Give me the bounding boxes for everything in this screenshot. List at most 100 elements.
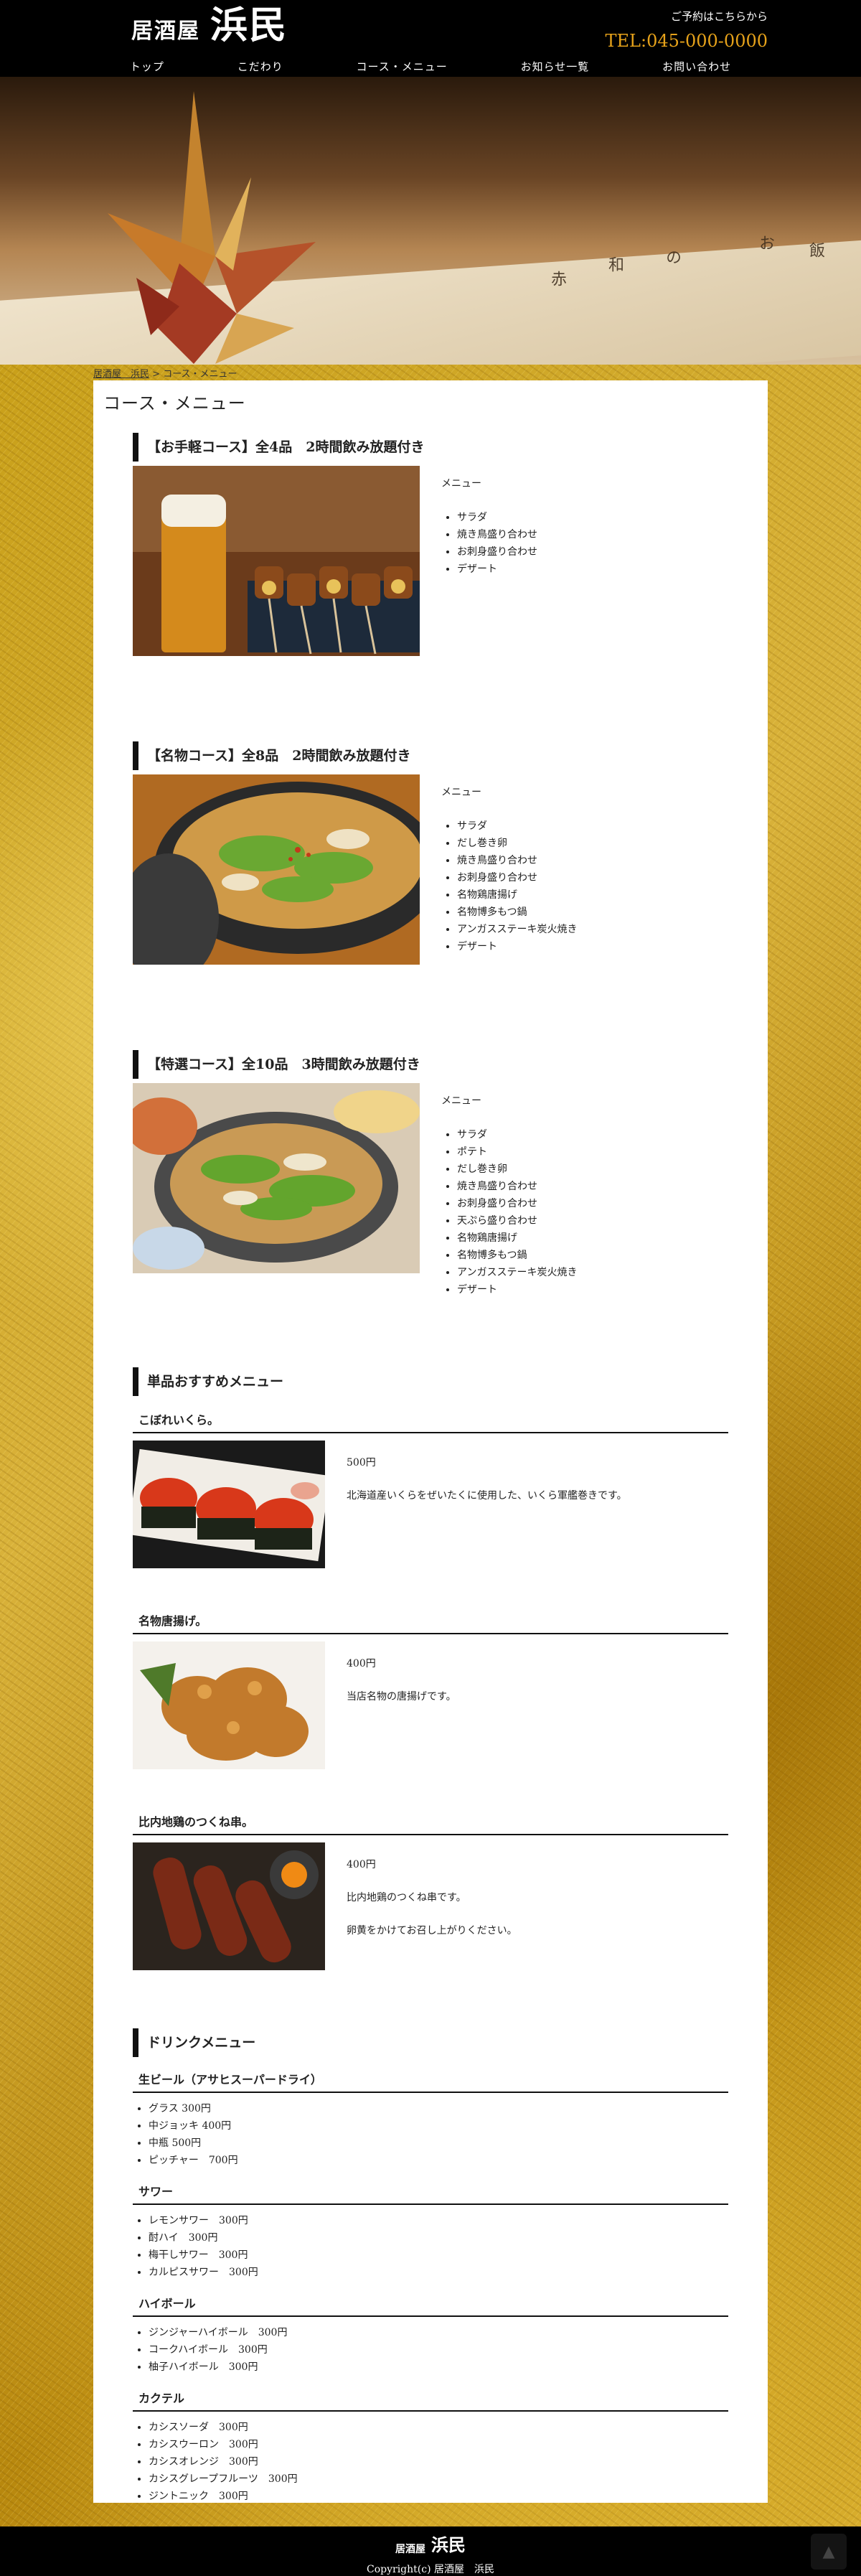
list-item: 焼き鳥盛り合わせ <box>457 852 577 869</box>
copyright: Copyright(c) 居酒屋 浜民 <box>366 2564 494 2575</box>
list-item: カシスソーダ 300円 <box>149 2419 728 2436</box>
list-item: お刺身盛り合わせ <box>457 1195 577 1212</box>
list-item: だし巻き卵 <box>457 1161 577 1178</box>
hero-image: 赤 和 の お 飯 <box>0 77 861 365</box>
menu-item-price: 400円 <box>347 1658 376 1669</box>
list-item: グラス 300円 <box>149 2100 728 2117</box>
single-menu-title: 単品おすすめメニュー <box>133 1367 728 1396</box>
nav-kodawari[interactable]: こだわり <box>237 59 283 74</box>
menu-item-detail: 500円 北海道産いくらをぜいたくに使用した、いくら軍艦巻きです。 <box>347 1441 627 1568</box>
page-top-button[interactable]: ▲ <box>811 2534 847 2570</box>
drink-menu-title: ドリンクメニュー <box>133 2028 728 2057</box>
origami-crane-image <box>108 91 316 364</box>
course-section: 【特選コース】全10品 3時間飲み放題付き メニュー サラダ <box>133 1050 728 1298</box>
drink-menu-section: ドリンクメニュー 生ビール（アサヒスーパードライ） グラス 300円 中ジョッキ… <box>133 2028 728 2505</box>
drink-list: グラス 300円 中ジョッキ 400円 中瓶 500円 ピッチャー 700円 <box>149 2100 728 2169</box>
nav-contact[interactable]: お問い合わせ <box>662 59 731 74</box>
list-item: アンガスステーキ炭火焼き <box>457 921 577 938</box>
course-photo-motsunabe <box>133 774 420 965</box>
course-photo-beer-yakitori <box>133 466 420 656</box>
menu-item-price: 500円 <box>347 1457 376 1469</box>
menu-item-detail: 400円 比内地鶏のつくね串です。 卵黄をかけてお召し上がりください。 <box>347 1842 517 1970</box>
hero-text: 和 <box>606 256 624 272</box>
drink-category-title: サワー <box>133 2182 728 2205</box>
drink-list: レモンサワー 300円 酎ハイ 300円 梅干しサワー 300円 カルピスサワー… <box>149 2212 728 2281</box>
drink-list: ジンジャーハイボール 300円 コークハイボール 300円 柚子ハイボール 30… <box>149 2324 728 2376</box>
list-item: 名物鶏唐揚げ <box>457 886 577 904</box>
course-title: 【お手軽コース】全4品 2時間飲み放題付き <box>133 433 728 462</box>
list-item: だし巻き卵 <box>457 835 577 852</box>
list-item: サラダ <box>457 1126 577 1143</box>
menu-item: 比内地鶏のつくね串。 400円 比内地鶏のつくね串です。 卵黄をかけてお召し上が… <box>133 1812 728 1970</box>
list-item: お刺身盛り合わせ <box>457 543 537 561</box>
list-item: デザート <box>457 938 577 955</box>
list-item: 焼き鳥盛り合わせ <box>457 1178 577 1195</box>
course-menu-list: サラダ ポテト だし巻き卵 焼き鳥盛り合わせ お刺身盛り合わせ 天ぷら盛り合わせ… <box>457 1126 577 1298</box>
menu-item-name: こぼれいくら。 <box>133 1410 728 1433</box>
menu-item-description: 比内地鶏のつくね串です。 <box>347 1892 466 1903</box>
page-title: コース・メニュー <box>103 393 246 413</box>
list-item: カルピスサワー 300円 <box>149 2264 728 2281</box>
list-item: レモンサワー 300円 <box>149 2212 728 2229</box>
menu-item: こぼれいくら。 500円 北海道産いくらをぜいたくに使用した、いくら軍艦巻きです… <box>133 1410 728 1568</box>
ikura-photo <box>133 1441 325 1568</box>
drink-list: カシスソーダ 300円 カシスウーロン 300円 カシスオレンジ 300円 カシ… <box>149 2419 728 2505</box>
tsukune-photo <box>133 1842 325 1970</box>
site-header: 居酒屋 浜民 ご予約はこちらから TEL:045-000-0000 トップ こだ… <box>0 0 861 77</box>
course-menu: メニュー サラダ ポテト だし巻き卵 焼き鳥盛り合わせ お刺身盛り合わせ 天ぷら… <box>441 1083 577 1298</box>
hero-text: お <box>756 235 774 250</box>
site-footer: 居酒屋 浜民 Copyright(c) 居酒屋 浜民 <box>0 2526 861 2575</box>
course-section: 【名物コース】全8品 2時間飲み放題付き メニュー サラダ だし巻き卵 <box>133 741 728 965</box>
main-content: コース・メニュー 【お手軽コース】全4品 2時間飲み放題付き メニュー • サラ… <box>93 380 768 2503</box>
reserve-label: ご予約はこちらから <box>670 10 768 23</box>
course-menu-list: サラダ 焼き鳥盛り合わせ お刺身盛り合わせ デザート <box>457 509 537 578</box>
drink-category-title: 生ビール（アサヒスーパードライ） <box>133 2070 728 2093</box>
course-menu: メニュー サラダ だし巻き卵 焼き鳥盛り合わせ お刺身盛り合わせ 名物鶏唐揚げ … <box>441 774 577 965</box>
menu-item-detail: 400円 当店名物の唐揚げです。 <box>347 1641 456 1769</box>
footer-logo[interactable]: 居酒屋 浜民 <box>395 2526 466 2556</box>
chevron-up-icon: ▲ <box>822 2542 835 2561</box>
list-item: 天ぷら盛り合わせ <box>457 1212 577 1230</box>
course-photo-tokusen <box>133 1083 420 1273</box>
reservation-block: ご予約はこちらから TEL:045-000-0000 <box>606 9 768 51</box>
list-item: 中瓶 500円 <box>149 2135 728 2152</box>
footer-logo-small: 居酒屋 <box>395 2544 425 2555</box>
hero-text: 赤 <box>548 271 566 286</box>
course-title: 【名物コース】全8品 2時間飲み放題付き <box>133 741 728 770</box>
logo-small-text: 居酒屋 <box>131 19 200 44</box>
drink-category-title: カクテル <box>133 2389 728 2412</box>
course-menu-list: サラダ だし巻き卵 焼き鳥盛り合わせ お刺身盛り合わせ 名物鶏唐揚げ 名物博多も… <box>457 818 577 955</box>
nav-news[interactable]: お知らせ一覧 <box>521 59 590 74</box>
list-item: アンガスステーキ炭火焼き <box>457 1264 577 1281</box>
nav-course-menu[interactable]: コース・メニュー <box>357 59 448 74</box>
course-section: 【お手軽コース】全4品 2時間飲み放題付き メニュー • サラダ • 焼き鳥盛り… <box>133 433 728 656</box>
nav-top[interactable]: トップ <box>130 59 164 74</box>
list-item: 柚子ハイボール 300円 <box>149 2359 728 2376</box>
course-title: 【特選コース】全10品 3時間飲み放題付き <box>133 1050 728 1079</box>
hero-text: の <box>663 249 681 265</box>
karaage-photo <box>133 1641 325 1769</box>
single-menu-section: 単品おすすめメニュー こぼれいくら。 500円 北海道産いくらをぜいたくに使用し… <box>133 1367 728 2013</box>
list-item: ジントニック 300円 <box>149 2488 728 2505</box>
global-nav: トップ こだわり コース・メニュー お知らせ一覧 お問い合わせ <box>93 59 768 74</box>
list-item: 中ジョッキ 400円 <box>149 2117 728 2135</box>
hero-text: 飯 <box>806 242 824 258</box>
list-item: カシスオレンジ 300円 <box>149 2453 728 2470</box>
menu-label: メニュー <box>441 787 481 798</box>
site-logo[interactable]: 居酒屋 浜民 <box>131 7 288 45</box>
menu-item-name: 比内地鶏のつくね串。 <box>133 1812 728 1835</box>
list-item: ピッチャー 700円 <box>149 2152 728 2169</box>
menu-item-description: 当店名物の唐揚げです。 <box>347 1691 456 1702</box>
menu-item-name: 名物唐揚げ。 <box>133 1611 728 1634</box>
list-item: 名物博多もつ鍋 <box>457 904 577 921</box>
list-item: ポテト <box>457 1143 577 1161</box>
menu-label: メニュー <box>441 1095 481 1107</box>
list-item: 名物鶏唐揚げ <box>457 1230 577 1247</box>
breadcrumb: 居酒屋 浜民 > コース・メニュー <box>93 366 237 380</box>
list-item: デザート <box>457 561 537 578</box>
phone-number-link[interactable]: TEL:045-000-0000 <box>606 31 768 51</box>
breadcrumb-separator: > <box>152 369 161 380</box>
breadcrumb-home-link[interactable]: 居酒屋 浜民 <box>93 369 149 380</box>
list-item: サラダ <box>457 509 537 526</box>
list-item: サラダ <box>457 818 577 835</box>
